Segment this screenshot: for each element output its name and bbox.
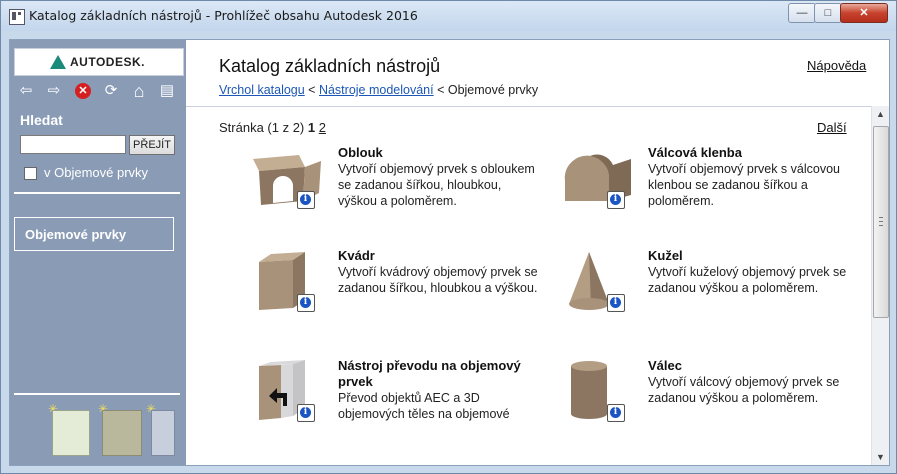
catalog-item-barrel-vault[interactable]: Válcová klenba Vytvoří objemový prvek s …	[561, 145, 861, 241]
pager-page-2-link[interactable]: 2	[319, 120, 326, 135]
item-description: Vytvoří objemový prvek s obloukem se zad…	[338, 162, 535, 208]
convert-to-mass-icon[interactable]	[251, 358, 331, 428]
info-icon[interactable]	[607, 404, 625, 422]
catalog-item-cylinder[interactable]: Válec Vytvoří válcový objemový prvek se …	[561, 358, 861, 454]
info-icon[interactable]	[297, 191, 315, 209]
window-title: Katalog základních nástrojů - Prohlížeč …	[29, 8, 418, 23]
search-label: Hledat	[20, 112, 63, 128]
go-button[interactable]: PŘEJÍT	[129, 135, 175, 155]
tool-palette-icon[interactable]	[102, 410, 142, 456]
cone-icon[interactable]	[561, 248, 641, 318]
scrollbar-thumb[interactable]	[873, 126, 889, 318]
scroll-up-icon[interactable]: ▲	[872, 106, 889, 122]
catalog-page: Katalog základních nástrojů Nápověda Vrc…	[186, 40, 889, 465]
refresh-icon[interactable]: ⟳	[102, 82, 120, 100]
app-icon	[9, 9, 25, 25]
header-divider	[186, 106, 889, 107]
cylinder-icon[interactable]	[561, 358, 641, 428]
vertical-scrollbar[interactable]: ▲ ▼	[871, 106, 889, 465]
grip-icon	[879, 217, 883, 226]
close-button[interactable]: ✕	[840, 3, 888, 23]
content-browser: AUTODESK. ⇦ ⇨ ✕ ⟳ ⌂ ▤ Hledat PŘEJÍT v Ob…	[9, 39, 890, 466]
next-page-link[interactable]: Další	[817, 120, 847, 135]
arch-icon[interactable]	[251, 145, 331, 215]
item-description: Vytvoří kvádrový objemový prvek se zadan…	[338, 265, 538, 295]
back-icon[interactable]: ⇦	[17, 82, 35, 100]
pager-current-page: 1	[307, 120, 316, 135]
new-catalog-icon[interactable]	[52, 410, 90, 456]
search-scope-checkbox[interactable]	[24, 167, 37, 180]
info-icon[interactable]	[607, 191, 625, 209]
catalog-item-arch[interactable]: Oblouk Vytvoří objemový prvek s obloukem…	[251, 145, 551, 241]
info-icon[interactable]	[297, 404, 315, 422]
search-scope-label: v Objemové prvky	[44, 165, 149, 180]
box-icon[interactable]	[251, 248, 331, 318]
help-link[interactable]: Nápověda	[807, 58, 866, 73]
item-title: Oblouk	[338, 145, 383, 160]
nav-toolbar: ⇦ ⇨ ✕ ⟳ ⌂ ▤	[10, 80, 186, 104]
stop-icon[interactable]: ✕	[75, 83, 91, 99]
breadcrumb-catalog-top[interactable]: Vrchol katalogu	[219, 83, 305, 97]
item-description: Vytvoří kuželový objemový prvek se zadan…	[648, 265, 847, 295]
scroll-down-icon[interactable]: ▼	[872, 449, 889, 465]
info-icon[interactable]	[607, 294, 625, 312]
info-icon[interactable]	[297, 294, 315, 312]
search-input[interactable]	[20, 135, 126, 154]
catalog-item-convert-to-mass[interactable]: Nástroj převodu na objemový prvek Převod…	[251, 358, 551, 454]
item-title: Nástroj převodu na objemový prvek	[338, 358, 521, 389]
sidebar-divider	[14, 192, 180, 194]
breadcrumb-modeling-tools[interactable]: Nástroje modelování	[319, 83, 434, 97]
minimize-button[interactable]: —	[788, 3, 816, 23]
tool-icon[interactable]	[151, 410, 175, 456]
autodesk-logo: AUTODESK.	[14, 48, 184, 76]
breadcrumb-current: Objemové prvky	[447, 83, 539, 97]
item-title: Válec	[648, 358, 682, 373]
autodesk-logo-icon	[50, 55, 66, 69]
category-label: Objemové prvky	[25, 227, 127, 242]
catalog-item-box[interactable]: Kvádr Vytvoří kvádrový objemový prvek se…	[251, 248, 551, 344]
maximize-button[interactable]: □	[814, 3, 842, 23]
item-description: Převod objektů AEC a 3D objemových těles…	[338, 391, 510, 421]
app-window: Katalog základních nástrojů - Prohlížeč …	[0, 0, 897, 474]
logo-text: AUTODESK.	[70, 55, 145, 69]
sidebar-divider	[14, 393, 180, 395]
breadcrumb-separator: <	[304, 83, 319, 97]
sidebar: AUTODESK. ⇦ ⇨ ✕ ⟳ ⌂ ▤ Hledat PŘEJÍT v Ob…	[10, 40, 186, 465]
item-description: Vytvoří objemový prvek s válcovou klenbo…	[648, 162, 840, 208]
breadcrumb-separator: <	[433, 83, 448, 97]
pager-label: Stránka (1 z 2)	[219, 120, 308, 135]
title-bar[interactable]: Katalog základních nástrojů - Prohlížeč …	[1, 1, 896, 31]
item-description: Vytvoří válcový objemový prvek se zadano…	[648, 375, 840, 405]
page-title: Katalog základních nástrojů	[219, 56, 441, 76]
home-icon[interactable]: ⌂	[130, 82, 148, 100]
pager: Stránka (1 z 2) 1 2	[219, 120, 326, 135]
forward-icon[interactable]: ⇨	[45, 82, 63, 100]
item-title: Kvádr	[338, 248, 375, 263]
item-title: Kužel	[648, 248, 683, 263]
print-icon[interactable]: ▤	[158, 82, 176, 100]
catalog-item-cone[interactable]: Kužel Vytvoří kuželový objemový prvek se…	[561, 248, 861, 344]
item-title: Válcová klenba	[648, 145, 742, 160]
breadcrumb: Vrchol katalogu < Nástroje modelování < …	[219, 83, 538, 97]
current-category[interactable]: Objemové prvky	[14, 217, 174, 251]
barrel-vault-icon[interactable]	[561, 145, 641, 215]
